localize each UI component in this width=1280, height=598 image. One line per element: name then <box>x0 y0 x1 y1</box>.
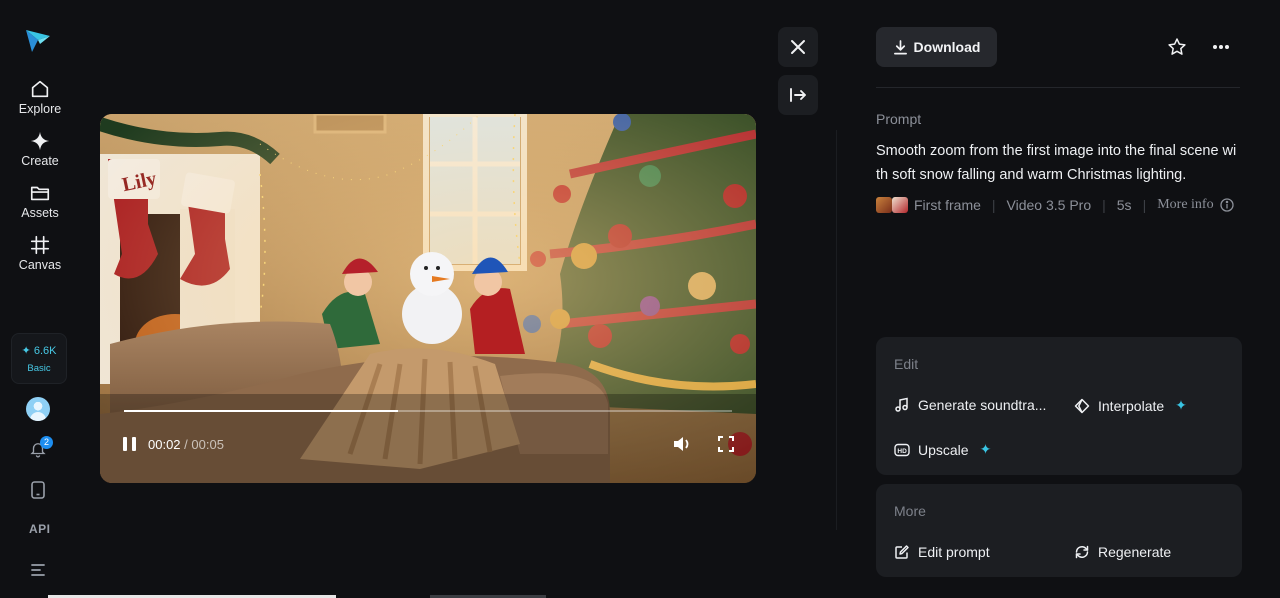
interpolate-icon <box>1074 398 1090 413</box>
edit-prompt-icon <box>895 545 909 559</box>
meta-separator: | <box>991 197 996 213</box>
music-note-icon <box>895 397 908 412</box>
more-card: More Edit prompt Regenerate <box>876 484 1242 577</box>
sidebar: Explore Create Assets Canvas ✦ 6.6K Basi… <box>0 0 78 598</box>
generate-soundtrack-button[interactable]: Generate soundtra... <box>894 397 1046 413</box>
first-frame-label: First frame <box>914 197 981 213</box>
svg-text:HD: HD <box>897 448 907 455</box>
sidebar-item-create[interactable]: Create <box>6 130 74 176</box>
volume-icon[interactable] <box>672 435 692 453</box>
first-frame-thumbnails[interactable] <box>876 197 908 213</box>
credits-amount: ✦ 6.6K <box>21 344 57 357</box>
prompt-text: Smooth zoom from the first image into th… <box>876 143 1237 183</box>
meta-separator: | <box>1102 197 1106 213</box>
sidebar-item-label: Explore <box>18 102 62 116</box>
info-icon <box>1219 198 1234 212</box>
more-info-link[interactable]: More info <box>1157 197 1234 213</box>
hd-icon: HD <box>894 443 910 456</box>
interpolate-label: Interpolate <box>1098 397 1165 414</box>
frame-thumbnail <box>876 197 892 213</box>
premium-sparkle-icon: ✦ <box>979 441 992 457</box>
arrow-to-right-icon <box>790 88 806 102</box>
fullscreen-icon[interactable] <box>718 436 734 452</box>
video-progress-bar[interactable] <box>124 410 732 412</box>
duration-label: 5s <box>1116 197 1132 213</box>
api-link[interactable]: API <box>29 522 51 536</box>
home-icon <box>31 80 49 98</box>
model-label: Video 3.5 Pro <box>1006 197 1092 213</box>
download-label: Download <box>913 39 981 55</box>
upscale-label: Upscale <box>918 441 969 458</box>
collapse-panel-button[interactable] <box>778 75 818 115</box>
edit-prompt-button[interactable]: Edit prompt <box>894 544 990 560</box>
regenerate-icon <box>1075 545 1089 559</box>
menu-icon[interactable] <box>30 563 46 577</box>
mobile-app-icon[interactable] <box>30 481 46 499</box>
edit-card-title: Edit <box>894 356 919 372</box>
regenerate-label: Regenerate <box>1098 544 1172 560</box>
sidebar-item-label: Create <box>21 154 59 168</box>
total-duration: / 00:05 <box>184 437 224 452</box>
regenerate-button[interactable]: Regenerate <box>1074 544 1171 560</box>
generation-meta: First frame | Video 3.5 Pro | 5s | More … <box>876 196 1234 214</box>
frame-thumbnail <box>892 197 908 213</box>
sparkle-icon <box>30 131 50 151</box>
video-player[interactable]: Lily <box>100 114 756 483</box>
current-time: 00:02 <box>148 437 181 452</box>
premium-sparkle-icon: ✦ <box>1175 397 1187 413</box>
header-divider <box>876 87 1240 88</box>
meta-separator: | <box>1142 197 1147 213</box>
interpolate-button[interactable]: Interpolate ✦ <box>1074 397 1187 414</box>
panel-divider <box>836 130 837 530</box>
upscale-button[interactable]: HD Upscale ✦ <box>894 441 991 458</box>
favorite-star-icon[interactable] <box>1167 37 1187 57</box>
sidebar-item-canvas[interactable]: Canvas <box>6 234 74 280</box>
notification-count-badge: 2 <box>40 436 53 449</box>
video-time: 00:02 / 00:05 <box>148 437 224 452</box>
close-icon <box>791 40 805 54</box>
pause-icon[interactable] <box>122 435 138 453</box>
more-card-title: More <box>894 503 926 519</box>
plan-label: Basic <box>27 362 51 374</box>
sidebar-item-label: Canvas <box>18 258 62 272</box>
close-button[interactable] <box>778 27 818 67</box>
edit-prompt-label: Edit prompt <box>918 544 990 560</box>
canvas-icon <box>30 235 50 255</box>
more-options-icon[interactable] <box>1212 44 1230 50</box>
prompt-label: Prompt <box>876 111 922 127</box>
sidebar-item-assets[interactable]: Assets <box>6 182 74 228</box>
more-info-label: More info <box>1157 197 1214 212</box>
generate-soundtrack-label: Generate soundtra... <box>918 397 1047 413</box>
folder-icon <box>30 186 50 201</box>
download-icon <box>893 39 907 54</box>
app-logo[interactable] <box>24 26 52 54</box>
download-button[interactable]: Download <box>876 27 997 67</box>
edit-card: Edit Generate soundtra... Interpolate ✦ … <box>876 337 1242 475</box>
avatar[interactable] <box>26 397 50 421</box>
video-progress-fill <box>124 410 398 412</box>
video-frame-image: Lily <box>100 114 756 483</box>
sidebar-item-label: Assets <box>21 206 59 220</box>
credits-badge[interactable]: ✦ 6.6K Basic <box>11 333 67 384</box>
sidebar-item-explore[interactable]: Explore <box>6 78 74 124</box>
